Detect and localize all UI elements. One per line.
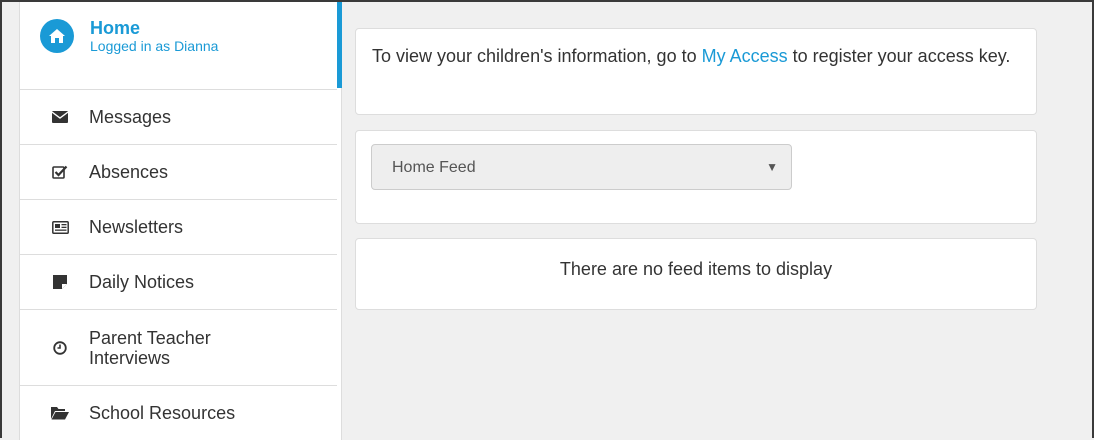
my-access-link[interactable]: My Access xyxy=(702,46,788,66)
sidebar-item-label: School Resources xyxy=(89,403,236,423)
sidebar-item-label: Parent Teacher Interviews xyxy=(89,327,211,368)
sidebar-item-label: Newsletters xyxy=(89,217,184,237)
sidebar-item-label: Messages xyxy=(89,107,172,127)
feed-select-value: Home Feed xyxy=(392,159,476,176)
folder-open-icon xyxy=(50,406,70,420)
sidebar-item-newsletters[interactable]: Newsletters xyxy=(20,200,337,255)
access-notice-text: To view your children's information, go … xyxy=(372,46,1011,66)
sidebar-item-daily-notices[interactable]: Daily Notices xyxy=(20,255,337,310)
sidebar-item-absences[interactable]: Absences xyxy=(20,145,337,200)
logged-in-label: Logged in as Dianna xyxy=(90,37,219,54)
feed-panel: There are no feed items to display xyxy=(355,238,1037,310)
sidebar-item-school-resources[interactable]: School Resources xyxy=(20,386,337,440)
envelope-icon xyxy=(50,111,70,123)
feed-select[interactable]: Home Feed ▼ xyxy=(371,144,792,190)
active-indicator xyxy=(337,2,342,88)
app-frame: Home Logged in as Dianna Messages Absenc… xyxy=(0,0,1094,440)
feed-empty-message: There are no feed items to display xyxy=(559,259,833,279)
newspaper-icon xyxy=(50,220,70,234)
feed-select-panel: Home Feed ▼ xyxy=(355,130,1037,224)
sidebar-item-label: Daily Notices xyxy=(89,272,195,292)
dropdown-arrow-icon: ▼ xyxy=(766,160,778,174)
checkbox-icon xyxy=(50,165,70,179)
sidebar-item-home[interactable]: Home Logged in as Dianna xyxy=(20,2,337,90)
sidebar-item-messages[interactable]: Messages xyxy=(20,90,337,145)
clock-icon xyxy=(50,340,70,355)
access-notice-panel: To view your children's information, go … xyxy=(355,28,1037,115)
sidebar-item-label: Absences xyxy=(89,162,169,182)
home-title: Home xyxy=(90,17,141,38)
sidebar: Home Logged in as Dianna Messages Absenc… xyxy=(19,2,342,440)
sticky-note-icon xyxy=(50,275,70,289)
sidebar-item-parent-teacher-interviews[interactable]: Parent Teacher Interviews xyxy=(20,310,337,386)
home-icon xyxy=(40,18,74,53)
